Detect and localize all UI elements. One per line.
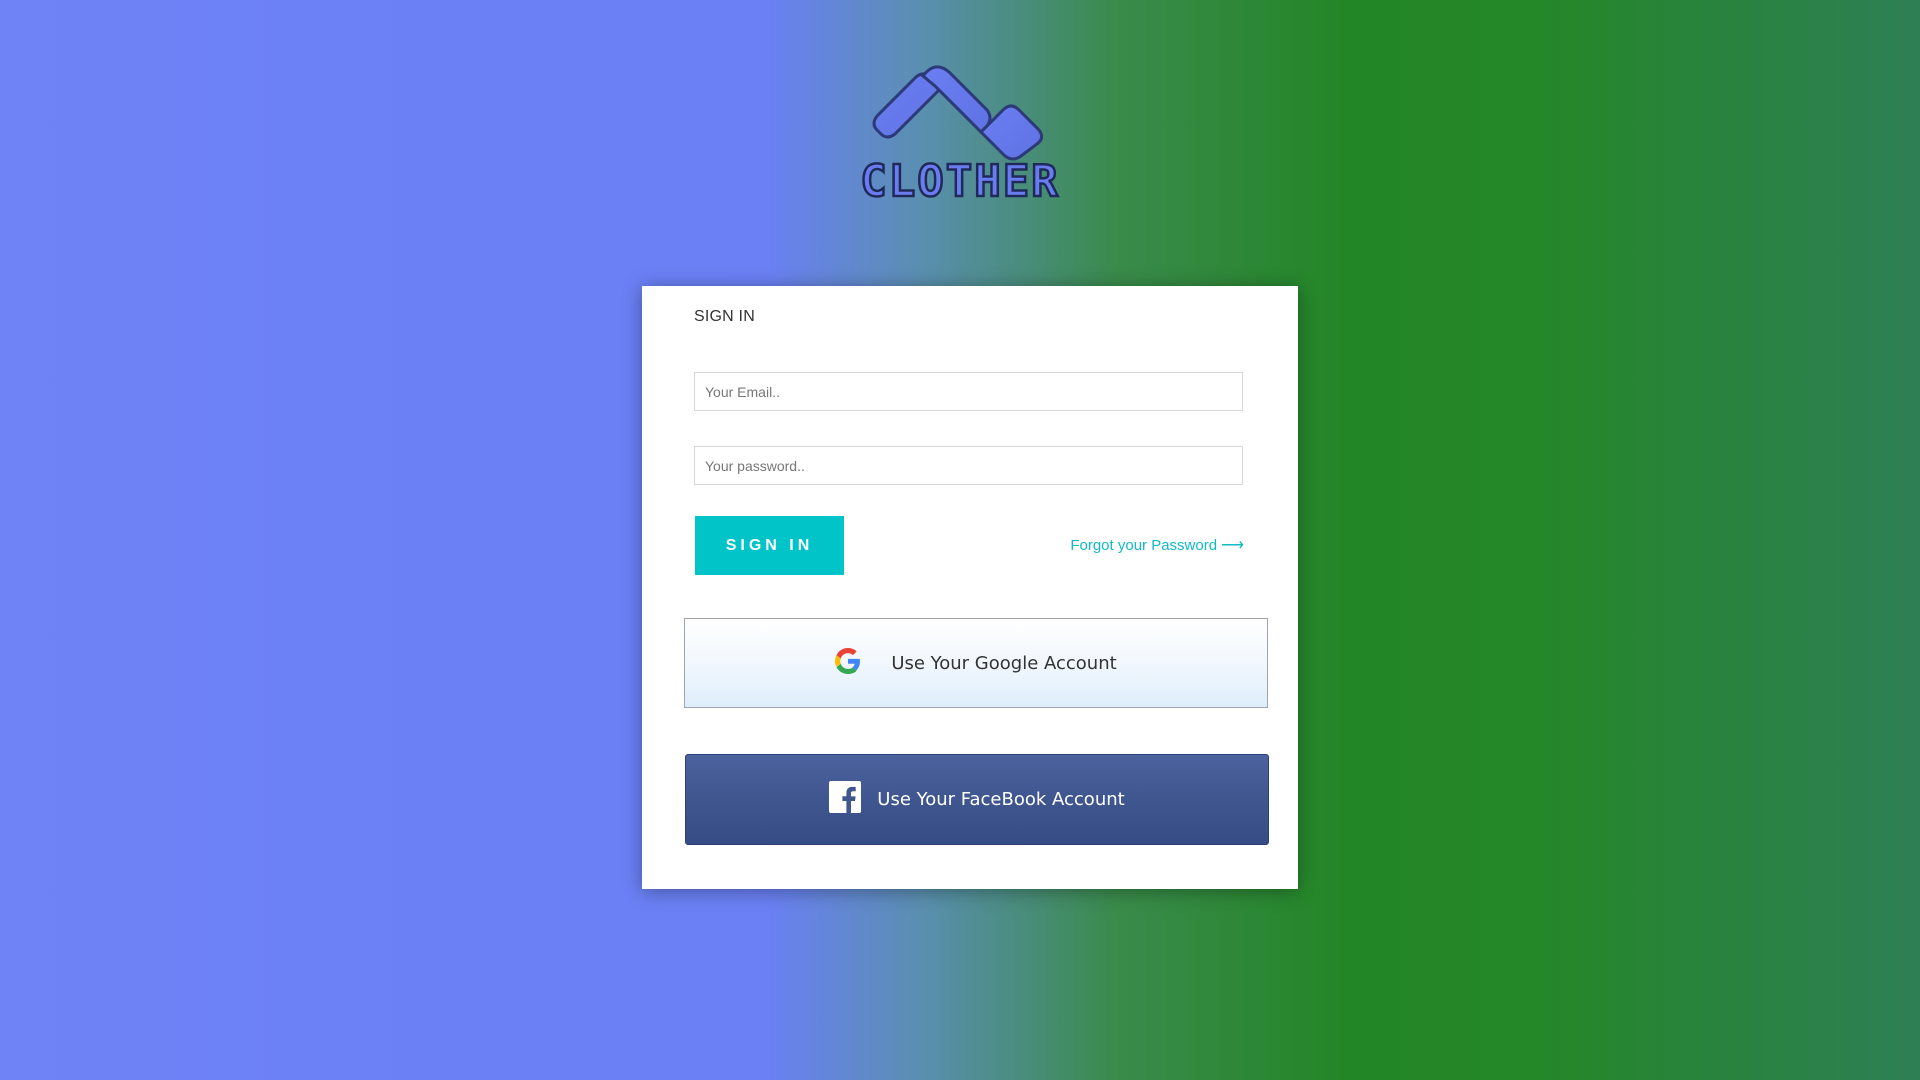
password-field[interactable] <box>694 446 1243 485</box>
signin-card: SIGN IN SIGN IN Forgot your Password ⟶ U… <box>642 286 1298 889</box>
facebook-signin-button[interactable]: Use Your FaceBook Account <box>685 754 1269 845</box>
facebook-signin-label: Use Your FaceBook Account <box>877 789 1125 810</box>
google-icon <box>835 647 861 679</box>
arrow-right-icon: ⟶ <box>1221 537 1244 554</box>
google-signin-label: Use Your Google Account <box>891 652 1117 674</box>
signin-button[interactable]: SIGN IN <box>695 516 844 575</box>
forgot-password-label: Forgot your Password <box>1070 536 1218 554</box>
google-signin-button[interactable]: Use Your Google Account <box>684 618 1268 708</box>
signin-title: SIGN IN <box>694 308 755 325</box>
facebook-icon <box>829 781 862 818</box>
clother-logo-mark: CLOTHER <box>859 65 1059 208</box>
brand-logo: CLOTHER <box>815 40 1105 210</box>
svg-text:CLOTHER: CLOTHER <box>860 156 1059 207</box>
email-field[interactable] <box>694 372 1243 411</box>
forgot-password-link[interactable]: Forgot your Password ⟶ <box>1070 535 1244 555</box>
